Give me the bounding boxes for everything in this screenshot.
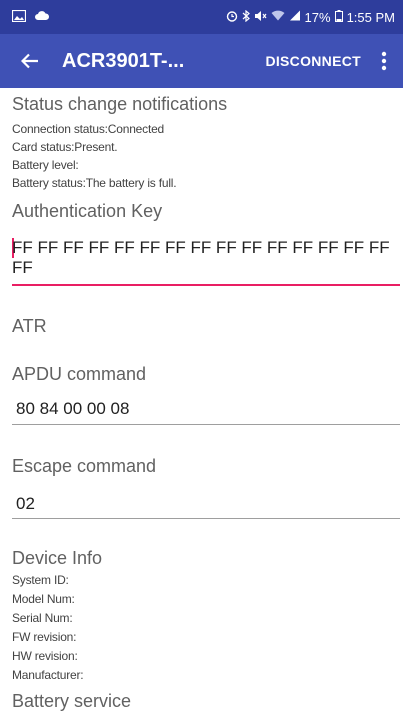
bluetooth-icon <box>242 9 250 25</box>
status-section-title: Status change notifications <box>12 94 228 114</box>
escape-label: Escape command <box>12 456 157 476</box>
wifi-icon <box>271 10 285 24</box>
battery-percent: 17% <box>304 9 331 25</box>
alarm-icon <box>226 10 238 25</box>
disconnect-button[interactable]: DISCONNECT <box>259 53 367 69</box>
hw-revision: HW revision: <box>12 649 78 663</box>
fw-revision: FW revision: <box>12 630 77 644</box>
app-bar: ACR3901T-... DISCONNECT <box>0 34 403 88</box>
apdu-input[interactable]: 80 84 00 00 08 <box>16 399 129 419</box>
model-num: Model Num: <box>12 592 75 606</box>
apdu-underline <box>12 424 400 425</box>
connection-status: Connection status:Connected <box>12 122 165 136</box>
battery-status: Battery status:The battery is full. <box>12 176 177 190</box>
system-id: System ID: <box>12 573 69 587</box>
auth-key-value: FF FF FF FF FF FF FF FF FF FF FF FF FF F… <box>12 238 390 277</box>
apdu-label: APDU command <box>12 364 147 384</box>
mute-icon <box>254 10 267 25</box>
escape-underline <box>12 518 400 519</box>
app-title: ACR3901T-... <box>62 49 185 72</box>
signal-icon <box>289 10 301 24</box>
escape-input[interactable]: 02 <box>16 494 35 514</box>
atr-label: ATR <box>12 316 47 336</box>
status-time: 1:55 PM <box>346 9 395 25</box>
auth-key-input[interactable]: FF FF FF FF FF FF FF FF FF FF FF FF FF F… <box>12 238 400 278</box>
device-info-title: Device Info <box>12 548 103 568</box>
battery-service-title: Battery service <box>12 691 132 711</box>
serial-num: Serial Num: <box>12 611 73 625</box>
battery-level: Battery level: <box>12 158 79 172</box>
auth-key-label: Authentication Key <box>12 201 163 221</box>
back-arrow-icon[interactable] <box>6 34 54 88</box>
auth-key-underline <box>12 284 400 286</box>
manufacturer: Manufacturer: <box>12 668 84 682</box>
cloud-icon <box>34 10 50 24</box>
battery-icon <box>334 9 343 25</box>
overflow-menu-icon[interactable] <box>367 34 401 88</box>
status-bar: 17% 1:55 PM <box>0 0 403 34</box>
card-status: Card status:Present. <box>12 140 118 154</box>
gallery-icon <box>11 9 27 25</box>
